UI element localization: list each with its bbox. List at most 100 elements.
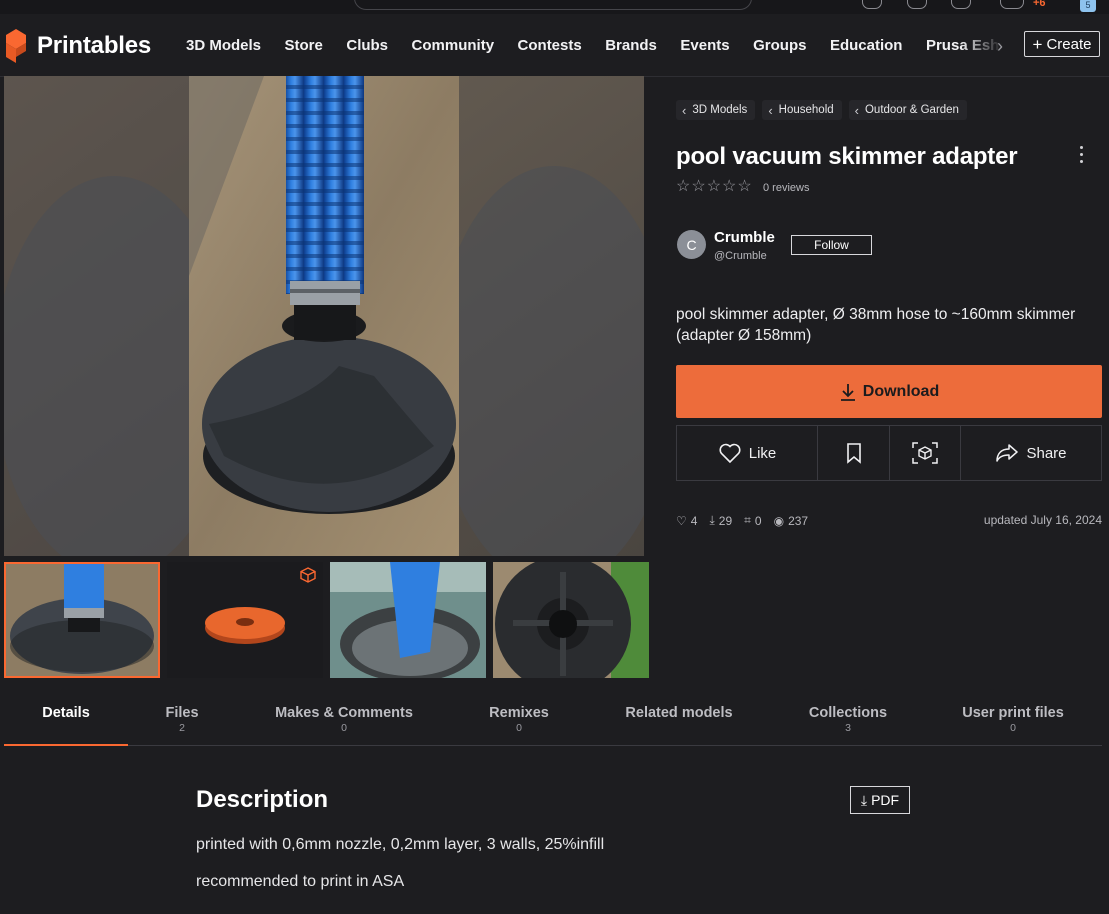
thumbnail-3[interactable]: [330, 562, 486, 678]
nav-community[interactable]: Community: [412, 37, 495, 54]
download-icon: [840, 383, 855, 401]
breadcrumb-label: Outdoor & Garden: [864, 104, 959, 116]
nav-scroll-right-icon[interactable]: ›: [997, 36, 1003, 57]
nav-store[interactable]: Store: [285, 37, 323, 54]
ar-view-button[interactable]: [890, 426, 961, 480]
printer-icon[interactable]: [951, 0, 971, 9]
like-label: Like: [748, 444, 777, 462]
thumbnail-1[interactable]: [4, 562, 160, 678]
tab-makes-comments[interactable]: Makes & Comments 0: [254, 692, 434, 744]
star-icon: ☆: [722, 178, 737, 195]
like-button[interactable]: Like: [677, 426, 818, 480]
pdf-label: PDF: [871, 792, 900, 808]
thumbnail-1-graphic: [6, 564, 158, 676]
search-box[interactable]: [354, 0, 752, 10]
model-title: pool vacuum skimmer adapter: [676, 143, 1018, 170]
tab-label: Makes & Comments: [275, 705, 413, 721]
chevron-left-icon: ‹: [682, 102, 687, 118]
star-icon: ☆: [706, 178, 722, 195]
notification-icon[interactable]: [907, 0, 927, 9]
chevron-left-icon: ‹: [854, 102, 859, 118]
nav-events[interactable]: Events: [680, 37, 729, 54]
star-icon: ☆: [676, 178, 691, 195]
tab-label: Related models: [625, 705, 733, 721]
breadcrumb-household[interactable]: ‹ Household: [762, 100, 842, 120]
printables-logo-icon: [6, 29, 26, 63]
rating-stars[interactable]: ☆ ☆ ☆ ☆ ☆: [676, 179, 752, 195]
tab-remixes[interactable]: Remixes 0: [459, 692, 579, 744]
create-button[interactable]: + Create: [1024, 31, 1100, 57]
author-handle: @Crumble: [714, 250, 767, 262]
3d-view-icon: [912, 442, 938, 464]
tab-related-models[interactable]: Related models: [604, 692, 754, 744]
reviews-count[interactable]: 0 reviews: [763, 182, 809, 194]
bookmark-button[interactable]: [818, 426, 890, 480]
views-stat: ◉ 237: [774, 513, 809, 528]
makes-count: 0: [754, 513, 762, 528]
nav-links: 3D Models Store Clubs Community Contests…: [186, 14, 1041, 76]
chevron-left-icon: ‹: [768, 102, 773, 118]
author-name[interactable]: Crumble: [714, 229, 775, 246]
download-button[interactable]: Download: [676, 365, 1102, 418]
tab-user-print-files[interactable]: User print files 0: [943, 692, 1083, 744]
create-label: Create: [1046, 35, 1092, 53]
description-heading: Description: [196, 786, 329, 813]
nav-overflow-fade: [960, 28, 1020, 64]
tab-count: 0: [1010, 722, 1016, 734]
thumbnail-strip: [4, 562, 649, 678]
more-options-icon[interactable]: [1078, 146, 1084, 163]
heart-icon: ♡: [676, 513, 687, 528]
tab-files[interactable]: Files 2: [132, 692, 232, 744]
nav-groups[interactable]: Groups: [753, 37, 806, 54]
action-bar: Like Share: [676, 425, 1102, 481]
download-label: Download: [862, 382, 940, 400]
printables-logo[interactable]: Printables: [4, 29, 151, 63]
nav-3d-models[interactable]: 3D Models: [186, 37, 261, 54]
3d-cube-icon: [300, 567, 316, 583]
nav-education[interactable]: Education: [830, 37, 903, 54]
author-avatar[interactable]: C: [677, 230, 706, 259]
heart-icon: [719, 443, 741, 464]
likes-count: 4: [690, 513, 698, 528]
share-button[interactable]: Share: [961, 426, 1101, 480]
model-stats: ♡ 4 ⤓ 29 ⌗ 0 ◉ 237: [676, 513, 808, 528]
tab-details[interactable]: Details: [4, 692, 128, 746]
main-navbar: Printables 3D Models Store Clubs Communi…: [0, 14, 1109, 77]
user-avatar-icon[interactable]: [1000, 0, 1024, 9]
pdf-download-button[interactable]: ⤓ PDF: [850, 786, 910, 814]
breadcrumb: ‹ 3D Models ‹ Household ‹ Outdoor & Garden: [676, 100, 967, 120]
breadcrumb-3d-models[interactable]: ‹ 3D Models: [676, 100, 756, 120]
description-paragraph-1: printed with 0,6mm nozzle, 0,2mm layer, …: [196, 836, 605, 853]
tab-count: 2: [179, 722, 185, 734]
makes-stat: ⌗ 0: [744, 513, 761, 528]
follow-button[interactable]: Follow: [791, 235, 872, 255]
3d-view-icon: ⌗: [744, 513, 751, 527]
updated-date: updated July 16, 2024: [983, 513, 1102, 527]
thumbnail-2-3d-render[interactable]: [167, 562, 323, 678]
tab-label: Details: [42, 705, 90, 721]
share-label: Share: [1026, 444, 1067, 462]
tab-count: 0: [516, 722, 522, 734]
plus-icon: +: [1032, 34, 1043, 54]
breadcrumb-outdoor-garden[interactable]: ‹ Outdoor & Garden: [848, 100, 967, 120]
nav-clubs[interactable]: Clubs: [346, 37, 388, 54]
tab-label: User print files: [962, 705, 1064, 721]
tab-count: 0: [341, 722, 347, 734]
nav-brands[interactable]: Brands: [605, 37, 657, 54]
tab-collections[interactable]: Collections 3: [783, 692, 913, 744]
main-model-image[interactable]: [4, 76, 644, 556]
breadcrumb-label: 3D Models: [692, 104, 748, 116]
nav-contests[interactable]: Contests: [518, 37, 582, 54]
tab-label: Remixes: [489, 705, 549, 721]
likes-stat: ♡ 4: [676, 513, 697, 528]
bookmark-icon: [846, 443, 861, 464]
model-summary: pool skimmer adapter, Ø 38mm hose to ~16…: [676, 306, 1076, 344]
star-icon: ☆: [737, 178, 752, 195]
points-badge: +6: [1033, 0, 1046, 9]
eye-icon: ◉: [773, 513, 785, 528]
share-icon: [996, 444, 1019, 462]
thumbnail-4[interactable]: [493, 562, 649, 678]
chat-icon[interactable]: [862, 0, 882, 9]
thumbnail-4-graphic: [493, 562, 649, 678]
thumbnail-3-graphic: [330, 562, 486, 678]
